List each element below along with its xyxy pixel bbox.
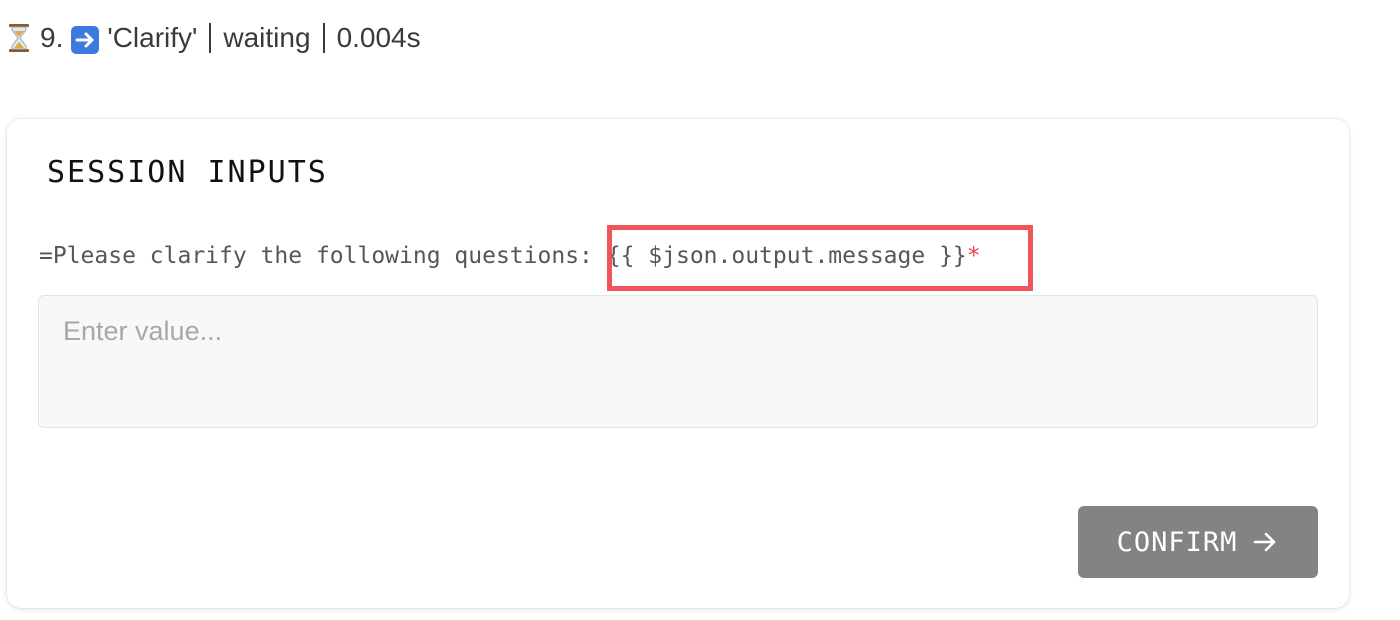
confirm-button-label: CONFIRM [1116, 526, 1238, 558]
hourglass-icon [8, 23, 30, 53]
card-title: SESSION INPUTS [47, 155, 328, 190]
step-state: waiting [223, 22, 311, 53]
session-inputs-card: SESSION INPUTS =Please clarify the follo… [7, 119, 1349, 608]
step-name: 'Clarify' [107, 22, 198, 53]
step-duration: 0.004s [336, 22, 421, 53]
right-arrow-icon [71, 26, 100, 54]
execution-status-line: 9. 'Clarify' waiting 0.004s [8, 20, 421, 56]
divider [209, 23, 212, 53]
value-input[interactable] [38, 295, 1318, 428]
step-number: 9. [40, 22, 64, 53]
confirm-button[interactable]: CONFIRM [1078, 506, 1318, 578]
divider [322, 23, 325, 53]
arrow-right-icon [1251, 528, 1279, 556]
highlight-annotation [607, 225, 1033, 291]
